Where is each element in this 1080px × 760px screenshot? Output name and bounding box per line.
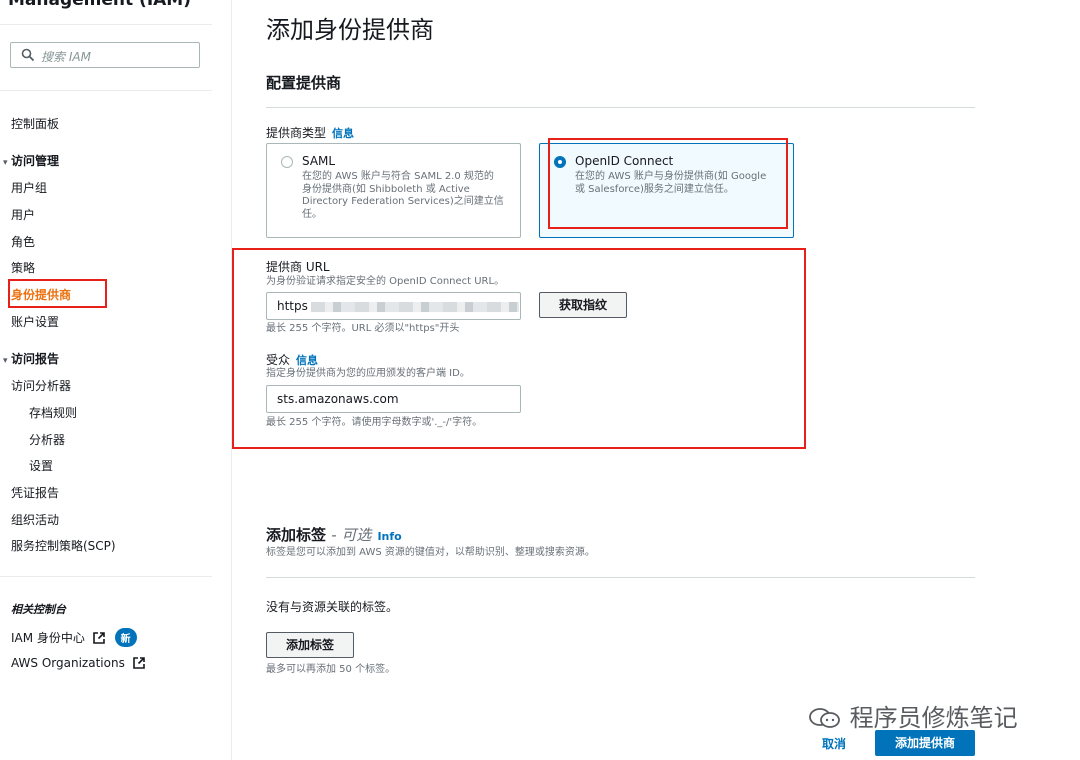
external-link-icon [132, 657, 145, 669]
tags-description: 标签是您可以添加到 AWS 资源的键值对，以帮助识别、整理或搜索资源。 [266, 547, 595, 558]
desc-line: 在您的 AWS 账户与身份提供商(如 Google [575, 171, 767, 182]
oidc-description: 在您的 AWS 账户与身份提供商(如 Google 或 Salesforce)服… [575, 171, 780, 196]
nav-access-analyzer[interactable]: 访问分析器 [11, 377, 71, 394]
search-input[interactable]: 搜索 IAM [10, 42, 200, 68]
info-link[interactable]: 信息 [332, 127, 354, 140]
oidc-radio[interactable] [554, 156, 566, 168]
add-tag-button[interactable]: 添加标签 [266, 632, 354, 658]
nav-archive-rules[interactable]: 存档规则 [29, 404, 77, 421]
add-provider-button[interactable]: 添加提供商 [875, 730, 975, 756]
provider-url-label: 提供商 URL [266, 260, 330, 274]
nav-label: IAM 身份中心 [11, 631, 85, 645]
nav-organization-activity[interactable]: 组织活动 [11, 511, 59, 528]
sidebar-title: Management (IAM) [8, 0, 191, 10]
divider [266, 577, 975, 578]
nav-user-groups[interactable]: 用户组 [11, 179, 47, 196]
saml-title: SAML [302, 154, 336, 168]
tags-hint: 最多可以再添加 50 个标签。 [266, 664, 396, 675]
label-text: 提供商类型 [266, 126, 327, 140]
audience-description: 指定身份提供商为您的应用颁发的客户端 ID。 [266, 368, 470, 379]
desc-line: 身份提供商(如 Shibboleth 或 Active [302, 183, 470, 195]
tags-heading: 添加标签 [266, 526, 327, 544]
nav-identity-providers[interactable]: 身份提供商 [11, 286, 71, 303]
audience-input[interactable]: sts.amazonaws.com [266, 385, 521, 413]
divider [0, 24, 212, 25]
external-link-icon [92, 632, 105, 644]
divider [0, 576, 212, 577]
provider-url-description: 为身份验证请求指定安全的 OpenID Connect URL。 [266, 276, 505, 287]
optional-label: - 可选 [331, 526, 372, 544]
section-title: 配置提供商 [266, 74, 342, 92]
provider-url-hint: 最长 255 个字符。URL 必须以"https"开头 [266, 323, 460, 334]
watermark: 程序员修炼笔记 [808, 698, 1018, 733]
input-value: https [277, 299, 308, 313]
desc-line: Directory Federation Services)之间建立信 [302, 196, 504, 207]
related-consoles-heading: 相关控制台 [11, 603, 66, 616]
caret-down-icon: ▾ [3, 356, 8, 366]
desc-line: 或 Salesforce)服务之间建立信任。 [575, 183, 734, 195]
provider-type-label: 提供商类型 信息 [266, 124, 354, 141]
saml-radio[interactable] [281, 156, 293, 168]
watermark-text: 程序员修炼笔记 [849, 704, 1018, 732]
tags-title: 添加标签 - 可选 Info [266, 524, 402, 545]
cancel-link[interactable]: 取消 [822, 735, 846, 752]
audience-label: 受众 信息 [266, 351, 318, 368]
info-link[interactable]: 信息 [296, 354, 318, 367]
redacted-url [311, 302, 519, 312]
nav-iam-identity-center[interactable]: IAM 身份中心 新 [11, 628, 137, 647]
provider-url-input[interactable]: https [266, 292, 521, 320]
desc-line: 在您的 AWS 账户与符合 SAML 2.0 规范的 [302, 171, 494, 182]
search-placeholder: 搜索 IAM [41, 50, 91, 64]
caret-down-icon: ▾ [3, 158, 8, 168]
nav-analyzer-settings[interactable]: 设置 [29, 457, 53, 474]
nav-roles[interactable]: 角色 [11, 233, 35, 250]
new-badge: 新 [114, 628, 137, 647]
nav-aws-organizations[interactable]: AWS Organizations [11, 656, 145, 670]
saml-option-card[interactable]: SAML 在您的 AWS 账户与符合 SAML 2.0 规范的 身份提供商(如 … [266, 143, 521, 238]
section-label: 访问报告 [11, 352, 60, 366]
oidc-option-card[interactable]: OpenID Connect 在您的 AWS 账户与身份提供商(如 Google… [539, 143, 794, 238]
divider [266, 107, 975, 108]
page-title: 添加身份提供商 [266, 16, 434, 44]
get-thumbprint-button[interactable]: 获取指纹 [539, 292, 627, 318]
divider [0, 90, 212, 91]
nav-label: AWS Organizations [11, 656, 125, 670]
nav-analyzers[interactable]: 分析器 [29, 431, 65, 448]
info-link[interactable]: Info [377, 530, 401, 543]
nav-dashboard[interactable]: 控制面板 [11, 115, 59, 132]
no-tags-text: 没有与资源关联的标签。 [266, 600, 399, 614]
chat-bubbles-icon [809, 708, 840, 728]
nav-credential-report[interactable]: 凭证报告 [11, 484, 59, 501]
section-label: 访问管理 [11, 154, 60, 168]
nav-account-settings[interactable]: 账户设置 [11, 313, 59, 330]
nav-users[interactable]: 用户 [11, 206, 35, 223]
nav-scp[interactable]: 服务控制策略(SCP) [11, 537, 116, 554]
desc-line: 任。 [302, 208, 322, 220]
label-text: 受众 [266, 353, 291, 367]
sidebar: Management (IAM) 搜索 IAM 控制面板 ▾ 访问管理 用户组 用… [0, 0, 232, 760]
search-icon [21, 48, 35, 62]
audience-hint: 最长 255 个字符。请使用字母数字或'._-/'字符。 [266, 417, 483, 428]
nav-section-access-reports[interactable]: ▾ 访问报告 [3, 350, 59, 367]
oidc-title: OpenID Connect [575, 154, 674, 168]
saml-description: 在您的 AWS 账户与符合 SAML 2.0 规范的 身份提供商(如 Shibb… [302, 171, 507, 221]
nav-policies[interactable]: 策略 [11, 259, 35, 276]
nav-section-access-management[interactable]: ▾ 访问管理 [3, 152, 59, 169]
